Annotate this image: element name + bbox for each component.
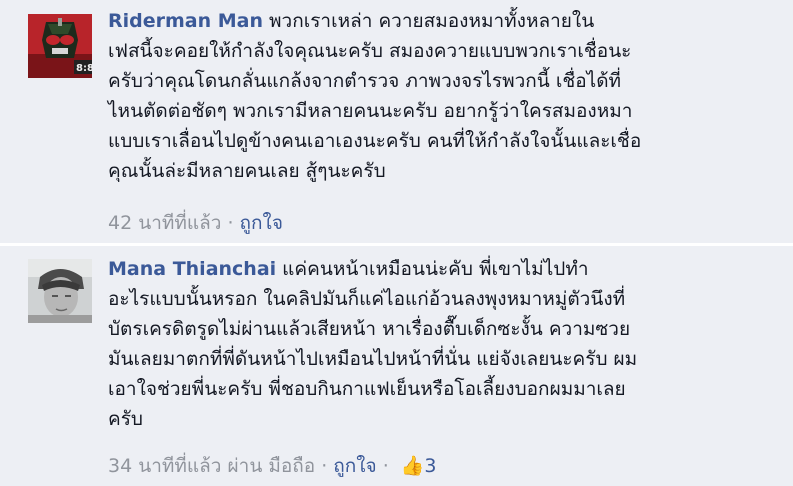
like-count: 3	[424, 455, 437, 477]
avatar[interactable]	[28, 259, 92, 323]
comment-line: Riderman Man พวกเราเหล่า ควายสมองหมาทั้งห…	[108, 6, 780, 36]
comment-timestamp[interactable]: 34 นาทีที่แล้ว	[108, 455, 221, 477]
comment-text: ไหนตัดต่อชัดๆ พวกเรามีหลายคนนะครับ อยากร…	[108, 100, 633, 122]
comment-text: คุณนั้นล่ะมีหลายคนเลย สู้ๆนะครับ	[108, 160, 386, 182]
comment-text: เฟสนี้จะคอยให้กำลังใจคุณนะครับ สมองควายแ…	[108, 40, 632, 62]
comment-text: ครับ	[108, 408, 143, 430]
comment-text: บัตรเครดิตรูดไม่ผ่านแล้วเสียหน้า หาเรื่อ…	[108, 318, 631, 340]
comment-meta: 34 นาทีที่แล้ว ผ่าน มือถือ · ถูกใจ · 👍3	[108, 451, 437, 481]
like-link[interactable]: ถูกใจ	[333, 455, 376, 477]
comment-text: เอาใจช่วยพี่นะครับ พี่ชอบกินกาแฟเย็นหรือ…	[108, 378, 626, 400]
comment-body: Riderman Man พวกเราเหล่า ควายสมองหมาทั้งห…	[108, 6, 780, 186]
like-count-button[interactable]: 👍3	[401, 455, 437, 477]
comment-text: พวกเราเหล่า ควายสมองหมาทั้งหลายใน	[269, 10, 595, 32]
comment-text: แค่คนหน้าเหมือนน่ะคับ พี่เขาไม่ไปทำ	[282, 258, 589, 280]
comment-text: มันเลยมาตกที่พี่ดันหน้าไปเหมือนไปหน้าที่…	[108, 348, 638, 370]
separator-dot: ·	[227, 212, 234, 234]
comment-timestamp[interactable]: 42 นาทีที่แล้ว	[108, 212, 221, 234]
comment-item: 8:8 Riderman Man พวกเราเหล่า ควายสมองหมาท…	[0, 0, 793, 243]
avatar[interactable]: 8:8	[28, 14, 92, 78]
like-link[interactable]: ถูกใจ	[240, 212, 283, 234]
comment-body: Mana Thianchai แค่คนหน้าเหมือนน่ะคับ พี่เ…	[108, 254, 780, 434]
svg-text:8:8: 8:8	[76, 63, 92, 74]
comment-text: แบบเราเลื่อนไปดูข้างคนเอาเองนะครับ คนที่…	[108, 130, 642, 152]
comment-meta: 42 นาทีที่แล้ว · ถูกใจ	[108, 208, 283, 238]
comment-author-link[interactable]: Riderman Man	[108, 10, 263, 32]
comment-item: Mana Thianchai แค่คนหน้าเหมือนน่ะคับ พี่เ…	[0, 246, 793, 486]
separator-dot: ·	[382, 455, 389, 477]
thumbs-up-icon: 👍	[400, 455, 425, 477]
comment-line: Mana Thianchai แค่คนหน้าเหมือนน่ะคับ พี่เ…	[108, 254, 780, 284]
via-mobile-label: ผ่าน มือถือ	[227, 455, 316, 477]
comment-text: ครับว่าคุณโดนกลั่นแกล้งจากตำรวจ ภาพวงจรไ…	[108, 70, 622, 92]
comment-text: อะไรแบบนั้นหรอก ในคลิปมันก็แค่ไอแก่อ้วนล…	[108, 288, 626, 310]
comment-author-link[interactable]: Mana Thianchai	[108, 258, 276, 280]
separator-dot: ·	[321, 455, 328, 477]
